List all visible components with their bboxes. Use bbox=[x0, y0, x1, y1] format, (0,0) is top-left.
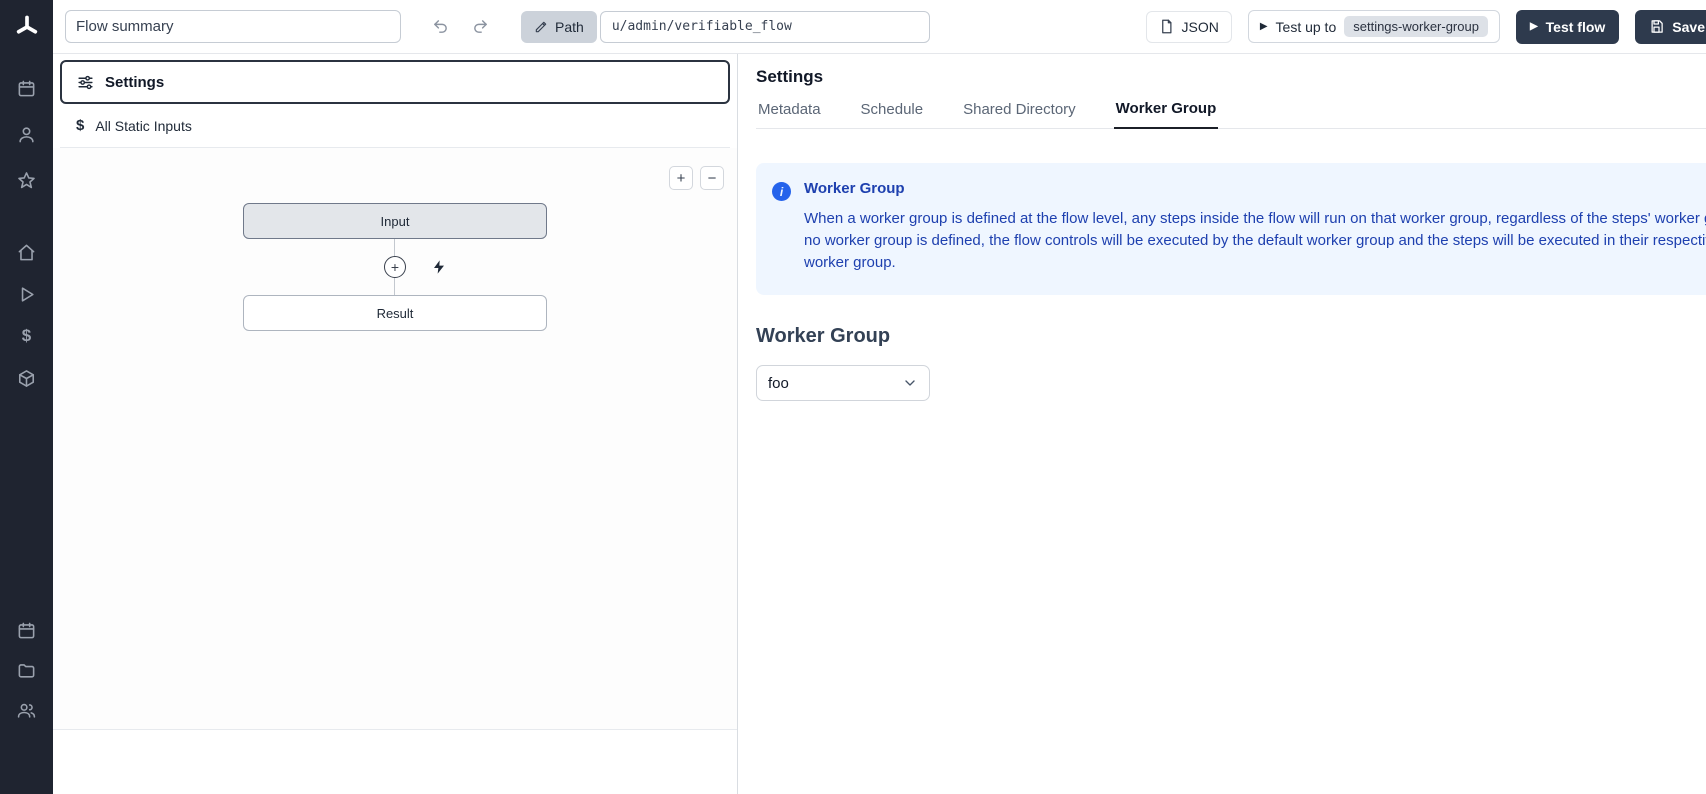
tab-metadata[interactable]: Metadata bbox=[756, 100, 823, 128]
path-input[interactable] bbox=[600, 11, 930, 43]
history-group bbox=[425, 13, 495, 41]
calendar-icon bbox=[17, 621, 36, 640]
sidebar-item-favorites[interactable] bbox=[15, 168, 39, 192]
sidebar-item-user[interactable] bbox=[15, 122, 39, 146]
undo-icon bbox=[432, 18, 449, 35]
flow-settings-label: Settings bbox=[105, 74, 164, 91]
users-icon bbox=[17, 701, 36, 720]
file-json-icon bbox=[1159, 19, 1174, 34]
save-icon bbox=[1649, 19, 1664, 34]
flow-editor-panel: Settings $ All Static Inputs + − Input +… bbox=[53, 54, 738, 794]
app-sidebar: $ bbox=[0, 0, 53, 794]
user-icon bbox=[17, 125, 36, 144]
sliders-icon bbox=[77, 74, 94, 91]
test-up-to-button[interactable]: ▶ Test up to settings-worker-group bbox=[1248, 10, 1500, 43]
sidebar-item-resources[interactable] bbox=[15, 366, 39, 390]
tab-shared-directory[interactable]: Shared Directory bbox=[961, 100, 1078, 128]
sidebar-item-home[interactable] bbox=[15, 240, 39, 264]
worker-group-select[interactable]: foo bbox=[756, 365, 930, 401]
json-button-label: JSON bbox=[1181, 19, 1218, 35]
zoom-in-button[interactable]: + bbox=[669, 166, 693, 190]
save-draft-button[interactable]: Save draft bbox=[1635, 10, 1706, 44]
settings-tabs: Metadata Schedule Shared Directory Worke… bbox=[756, 100, 1706, 129]
play-icon: ▶ bbox=[1530, 21, 1538, 32]
topbar: Path JSON ▶ Test up to settings-worker-g… bbox=[53, 0, 1706, 54]
chevron-down-icon bbox=[902, 375, 918, 391]
sidebar-item-schedules[interactable] bbox=[15, 618, 39, 642]
cube-icon bbox=[17, 369, 36, 388]
sidebar-item-runs[interactable] bbox=[15, 282, 39, 306]
home-icon bbox=[17, 243, 36, 262]
flow-node-input[interactable]: Input bbox=[243, 203, 547, 239]
alert-title: Worker Group bbox=[804, 180, 1706, 197]
sidebar-item-variables[interactable]: $ bbox=[15, 324, 39, 348]
calendar-icon bbox=[17, 79, 36, 98]
all-static-inputs-row[interactable]: $ All Static Inputs bbox=[60, 104, 730, 148]
flow-settings-row[interactable]: Settings bbox=[60, 60, 730, 104]
dollar-icon: $ bbox=[76, 117, 84, 134]
flow-node-result[interactable]: Result bbox=[243, 295, 547, 331]
topbar-actions: JSON ▶ Test up to settings-worker-group … bbox=[1146, 10, 1706, 44]
zoom-controls: + − bbox=[669, 166, 724, 190]
worker-group-section-title: Worker Group bbox=[756, 325, 1706, 348]
sidebar-item-schedules-top[interactable] bbox=[15, 76, 39, 100]
sidebar-item-groups[interactable] bbox=[15, 698, 39, 722]
bolt-icon bbox=[431, 259, 447, 275]
save-draft-label: Save draft bbox=[1672, 19, 1706, 35]
star-icon bbox=[17, 171, 36, 190]
test-up-to-label: Test up to bbox=[1276, 19, 1337, 35]
sidebar-main-group: $ bbox=[15, 240, 39, 390]
worker-group-select-value: foo bbox=[768, 375, 789, 392]
alert-content: Worker Group When a worker group is defi… bbox=[804, 180, 1706, 274]
test-flow-button[interactable]: ▶ Test flow bbox=[1516, 10, 1619, 44]
settings-panel: Settings Metadata Schedule Shared Direct… bbox=[738, 54, 1706, 794]
zoom-out-button[interactable]: − bbox=[700, 166, 724, 190]
all-static-inputs-label: All Static Inputs bbox=[95, 118, 192, 134]
trigger-button[interactable] bbox=[428, 256, 450, 278]
windmill-logo-icon bbox=[14, 14, 40, 40]
info-icon: i bbox=[772, 182, 791, 201]
sidebar-item-folders[interactable] bbox=[15, 658, 39, 682]
settings-panel-title: Settings bbox=[756, 67, 1706, 87]
pencil-icon bbox=[534, 20, 548, 34]
path-label: Path bbox=[555, 19, 584, 35]
windmill-logo[interactable] bbox=[12, 12, 42, 42]
tab-worker-group[interactable]: Worker Group bbox=[1114, 100, 1219, 129]
flow-canvas[interactable]: + − Input + Result bbox=[53, 148, 737, 730]
flow-panel-footer bbox=[53, 730, 737, 794]
flow-header-rows: Settings $ All Static Inputs bbox=[53, 54, 737, 148]
test-up-to-badge: settings-worker-group bbox=[1344, 16, 1488, 37]
redo-icon bbox=[472, 18, 489, 35]
play-icon: ▶ bbox=[1260, 21, 1268, 32]
alert-body: When a worker group is defined at the fl… bbox=[804, 208, 1706, 274]
worker-group-info-alert: i Worker Group When a worker group is de… bbox=[756, 163, 1706, 295]
redo-button[interactable] bbox=[465, 13, 495, 41]
undo-button[interactable] bbox=[425, 13, 455, 41]
tab-schedule[interactable]: Schedule bbox=[859, 100, 926, 128]
test-flow-label: Test flow bbox=[1546, 19, 1606, 35]
flow-summary-input[interactable] bbox=[65, 10, 401, 43]
edit-path-button[interactable]: Path bbox=[521, 11, 597, 43]
main-area: Settings $ All Static Inputs + − Input +… bbox=[53, 54, 1706, 794]
folder-icon bbox=[17, 661, 36, 680]
sidebar-top-group bbox=[15, 76, 39, 192]
dollar-icon: $ bbox=[22, 326, 31, 346]
sidebar-bottom-group bbox=[15, 618, 39, 722]
path-group: Path bbox=[521, 11, 930, 43]
play-icon bbox=[17, 285, 36, 304]
insert-step-button[interactable]: + bbox=[384, 256, 406, 278]
json-button[interactable]: JSON bbox=[1146, 11, 1231, 43]
